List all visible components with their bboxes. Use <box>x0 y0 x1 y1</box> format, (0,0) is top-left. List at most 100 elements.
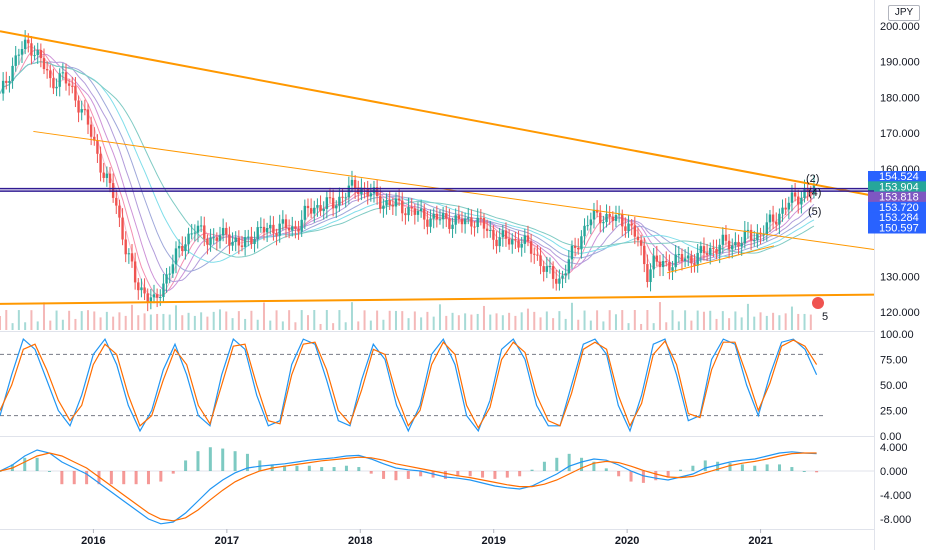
currency-badge[interactable]: JPY <box>888 5 920 21</box>
candle-body <box>699 246 703 253</box>
volume-bar <box>401 311 404 330</box>
candle-body <box>8 81 11 83</box>
candle-body <box>379 196 382 209</box>
macd-y-tick-label: 0.000 <box>880 466 908 478</box>
volume-bar <box>759 312 762 330</box>
candle-body <box>432 213 435 219</box>
x-tick-label: 2016 <box>81 535 105 547</box>
candle-body <box>99 153 102 173</box>
volume-bar <box>696 310 699 330</box>
volume-bar <box>388 310 391 330</box>
candle-body <box>445 213 448 219</box>
candle-body <box>649 269 652 283</box>
candle-body <box>652 255 655 270</box>
volume-bar <box>30 310 33 330</box>
candle-body <box>479 217 483 219</box>
volume-bar <box>61 319 64 330</box>
candle-body <box>498 237 501 247</box>
macd-histogram-bar <box>332 467 336 471</box>
candle-body <box>221 227 225 236</box>
volume-bar <box>68 310 71 330</box>
candle-body <box>633 225 637 237</box>
candle-body <box>14 55 17 66</box>
macd-histogram-bar <box>369 471 373 474</box>
price-y-tick-label: 180.000 <box>880 92 920 104</box>
volume-bar <box>306 315 309 330</box>
macd-y-tick-label: -4.000 <box>880 490 911 502</box>
candle-body <box>96 140 99 154</box>
candle-body <box>501 230 505 238</box>
candle-body <box>401 200 404 214</box>
volume-bar <box>218 309 221 330</box>
volume-bar <box>99 317 102 330</box>
candle-body <box>1 80 5 94</box>
macd-histogram-bar <box>518 471 522 477</box>
candle-body <box>756 232 759 241</box>
candle-body <box>523 235 527 244</box>
candle-body <box>42 58 46 70</box>
candle-body <box>460 218 464 225</box>
volume-bar <box>124 315 127 330</box>
macd-histogram-bar <box>109 471 113 485</box>
volume-bar <box>432 316 435 330</box>
volume-bar <box>394 310 397 330</box>
candle-body <box>627 223 630 231</box>
volume-bar <box>753 316 756 330</box>
volume-bar <box>721 311 724 330</box>
candle-body <box>712 247 715 250</box>
volume-bar <box>470 314 473 330</box>
candle-body <box>196 225 200 233</box>
candle-body <box>193 232 197 234</box>
candle-body <box>203 225 206 239</box>
candle-body <box>655 255 659 262</box>
chart-svg[interactable]: 2016 2017 2018 2019 2020 2021 200.000 190.000 18… <box>0 0 932 550</box>
candle-body <box>463 218 467 225</box>
candle-body <box>115 197 118 206</box>
stoch-y-tick-label: 100.00 <box>880 329 914 341</box>
wave-annotation: (5) <box>808 206 821 218</box>
candle-body <box>702 246 706 254</box>
candle-body <box>319 205 322 212</box>
macd-histogram-bar <box>233 451 237 471</box>
candle-body <box>630 223 633 226</box>
volume-bar <box>80 311 83 330</box>
volume-bar <box>269 320 272 330</box>
candle-body <box>287 227 291 231</box>
candle-body <box>108 173 112 184</box>
macd-histogram-bar <box>542 461 546 471</box>
macd-histogram-bar <box>295 465 299 471</box>
macd-histogram-bar <box>35 457 39 471</box>
candle-body <box>721 234 725 245</box>
candle-body <box>724 234 728 241</box>
candle-body <box>793 192 797 197</box>
candle-body <box>617 214 621 216</box>
volume-bar <box>11 323 14 330</box>
candle-body <box>489 229 492 231</box>
candle-body <box>199 225 203 227</box>
candle-body <box>55 86 58 89</box>
volume-bar <box>407 318 410 330</box>
candle-body <box>49 70 52 79</box>
candle-body <box>514 239 517 241</box>
candle-body <box>155 294 159 298</box>
candle-body <box>561 275 564 279</box>
volume-bar <box>457 315 460 330</box>
candle-body <box>64 72 68 84</box>
candle-body <box>511 239 514 245</box>
candle-body <box>504 230 508 239</box>
candle-body <box>149 297 153 302</box>
volume-bar <box>778 315 781 330</box>
candle-body <box>674 254 677 268</box>
candle-body <box>690 255 693 264</box>
candle-body <box>718 244 721 254</box>
candle-body <box>671 267 674 271</box>
volume-bar <box>275 310 278 330</box>
volume-bar <box>86 310 89 330</box>
candle-body <box>159 297 162 299</box>
volume-bar <box>200 312 203 330</box>
volume-bar <box>426 311 429 330</box>
candle-body <box>680 254 684 261</box>
macd-histogram-bar <box>394 471 398 481</box>
volume-bar <box>652 323 655 330</box>
candle-body <box>548 266 552 268</box>
